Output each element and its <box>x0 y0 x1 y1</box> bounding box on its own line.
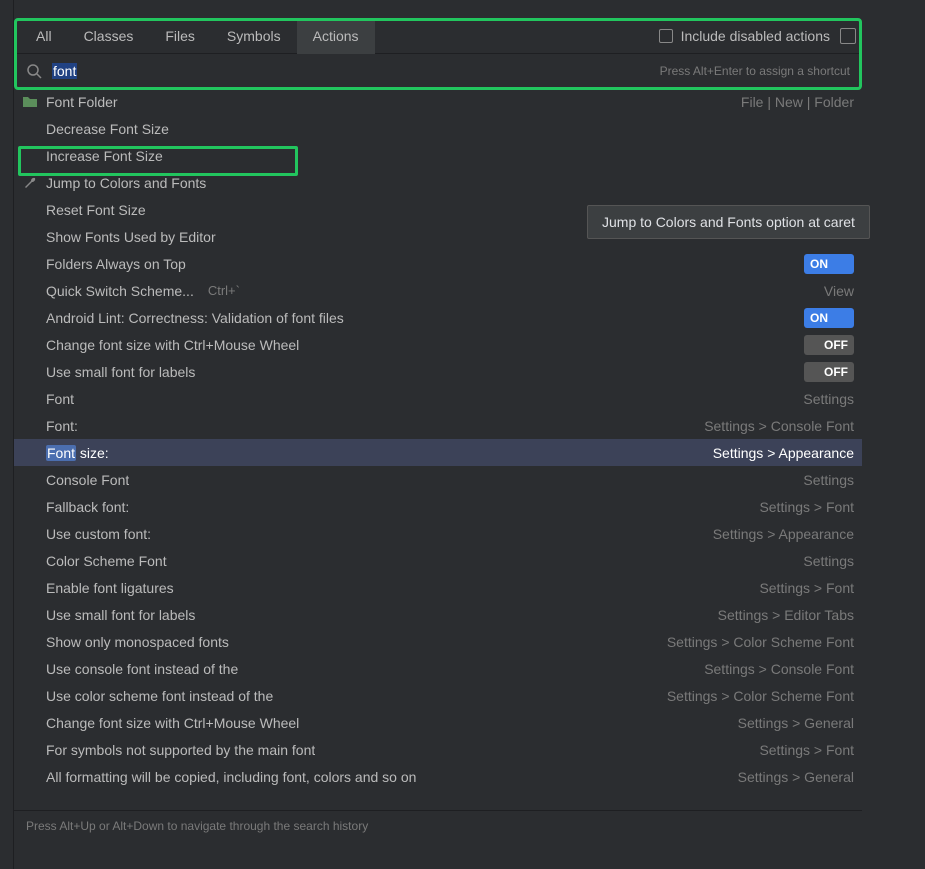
result-row[interactable]: Use small font for labels OFF <box>14 358 862 385</box>
result-label: Fallback font: <box>46 499 129 515</box>
result-row[interactable]: Font Folder File | New | Folder <box>14 88 862 115</box>
result-path: Settings > Console Font <box>704 661 854 677</box>
toggle[interactable]: ON <box>804 254 854 274</box>
result-label: All formatting will be copied, including… <box>46 769 416 785</box>
result-label: Use custom font: <box>46 526 151 542</box>
result-label: Use color scheme font instead of the <box>46 688 273 704</box>
result-row[interactable]: Folders Always on Top ON <box>14 250 862 277</box>
result-label: Show only monospaced fonts <box>46 634 229 650</box>
result-path: Settings > Appearance <box>713 526 854 542</box>
result-path: Settings > General <box>738 715 854 731</box>
result-path: Settings <box>803 553 854 569</box>
results-list[interactable]: Font Folder File | New | Folder Decrease F… <box>14 88 862 810</box>
result-row[interactable]: Android Lint: Correctness: Validation of… <box>14 304 862 331</box>
result-label: Reset Font Size <box>46 202 146 218</box>
result-row[interactable]: Show only monospaced fonts Settings > Col… <box>14 628 862 655</box>
result-label: Use console font instead of the <box>46 661 238 677</box>
tab-bar: AllClassesFilesSymbolsActions Include dis… <box>14 18 862 54</box>
result-row[interactable]: Quick Switch Scheme... Ctrl+` View <box>14 277 862 304</box>
result-label: For symbols not supported by the main fo… <box>46 742 315 758</box>
result-row[interactable]: Console Font Settings <box>14 466 862 493</box>
result-row[interactable]: Font Settings <box>14 385 862 412</box>
result-path: Settings > Font <box>759 499 854 515</box>
search-bar: font Press Alt+Enter to assign a shortcu… <box>14 54 862 88</box>
folder-icon <box>22 94 38 110</box>
result-label: Jump to Colors and Fonts <box>46 175 206 191</box>
result-label: Quick Switch Scheme... <box>46 283 194 299</box>
result-path: Settings > Font <box>759 742 854 758</box>
result-label: Use small font for labels <box>46 364 195 380</box>
tab-all[interactable]: All <box>20 18 68 54</box>
result-label: Font Folder <box>46 94 118 110</box>
result-path: Settings > Editor Tabs <box>718 607 854 623</box>
result-row[interactable]: Use console font instead of the Settings … <box>14 655 862 682</box>
result-label: Change font size with Ctrl+Mouse Wheel <box>46 715 299 731</box>
search-icon <box>26 63 42 79</box>
result-row[interactable]: Decrease Font Size <box>14 115 862 142</box>
result-label: Android Lint: Correctness: Validation of… <box>46 310 344 326</box>
result-row[interactable]: Fallback font: Settings > Font <box>14 493 862 520</box>
result-row[interactable]: Change font size with Ctrl+Mouse Wheel Se… <box>14 709 862 736</box>
toggle[interactable]: ON <box>804 308 854 328</box>
result-row[interactable]: Font: Settings > Console Font <box>14 412 862 439</box>
result-path: Settings > Color Scheme Font <box>667 634 854 650</box>
result-label: Font <box>46 391 74 407</box>
tab-actions[interactable]: Actions <box>297 18 375 54</box>
search-shortcut-hint: Press Alt+Enter to assign a shortcut <box>660 64 850 78</box>
result-label: Decrease Font Size <box>46 121 169 137</box>
result-row[interactable]: Enable font ligatures Settings > Font <box>14 574 862 601</box>
result-row[interactable]: Use small font for labels Settings > Edit… <box>14 601 862 628</box>
result-label: Show Fonts Used by Editor <box>46 229 216 245</box>
result-label: Use small font for labels <box>46 607 195 623</box>
result-label: Font size: <box>46 445 109 461</box>
search-input[interactable]: font <box>52 63 650 79</box>
tab-symbols[interactable]: Symbols <box>211 18 297 54</box>
tab-files[interactable]: Files <box>149 18 211 54</box>
result-label: Color Scheme Font <box>46 553 167 569</box>
include-disabled-label: Include disabled actions <box>681 28 830 44</box>
result-row[interactable]: Use custom font: Settings > Appearance <box>14 520 862 547</box>
result-path: Settings > Console Font <box>704 418 854 434</box>
result-label: Font: <box>46 418 78 434</box>
wrench-icon <box>22 175 38 191</box>
result-path: Settings > Appearance <box>713 445 854 461</box>
include-disabled-checkbox[interactable] <box>659 29 673 43</box>
footer-hint: Press Alt+Up or Alt+Down to navigate thr… <box>14 810 862 840</box>
result-path: Settings > Font <box>759 580 854 596</box>
result-row[interactable]: For symbols not supported by the main fo… <box>14 736 862 763</box>
result-label: Folders Always on Top <box>46 256 186 272</box>
search-everywhere-popup: AllClassesFilesSymbolsActions Include dis… <box>14 18 862 840</box>
result-path: Settings > General <box>738 769 854 785</box>
result-row[interactable]: All formatting will be copied, including… <box>14 763 862 790</box>
result-row[interactable]: Change font size with Ctrl+Mouse Wheel OF… <box>14 331 862 358</box>
result-path: File | New | Folder <box>741 94 854 110</box>
result-path: Settings <box>803 391 854 407</box>
tooltip: Jump to Colors and Fonts option at caret <box>587 205 870 239</box>
result-label: Console Font <box>46 472 129 488</box>
toggle[interactable]: OFF <box>804 335 854 355</box>
pin-icon[interactable] <box>840 28 856 44</box>
result-row[interactable]: Increase Font Size <box>14 142 862 169</box>
result-path: Settings <box>803 472 854 488</box>
tab-classes[interactable]: Classes <box>68 18 150 54</box>
result-row[interactable]: Color Scheme Font Settings <box>14 547 862 574</box>
result-label: Increase Font Size <box>46 148 163 164</box>
result-path: Settings > Color Scheme Font <box>667 688 854 704</box>
result-label: Enable font ligatures <box>46 580 174 596</box>
result-row[interactable]: Use color scheme font instead of the Sett… <box>14 682 862 709</box>
result-path: View <box>824 283 854 299</box>
result-label: Change font size with Ctrl+Mouse Wheel <box>46 337 299 353</box>
result-row[interactable]: Font size: Settings > Appearance <box>14 439 862 466</box>
result-row[interactable]: Jump to Colors and Fonts <box>14 169 862 196</box>
toggle[interactable]: OFF <box>804 362 854 382</box>
shortcut-hint: Ctrl+` <box>208 283 240 298</box>
